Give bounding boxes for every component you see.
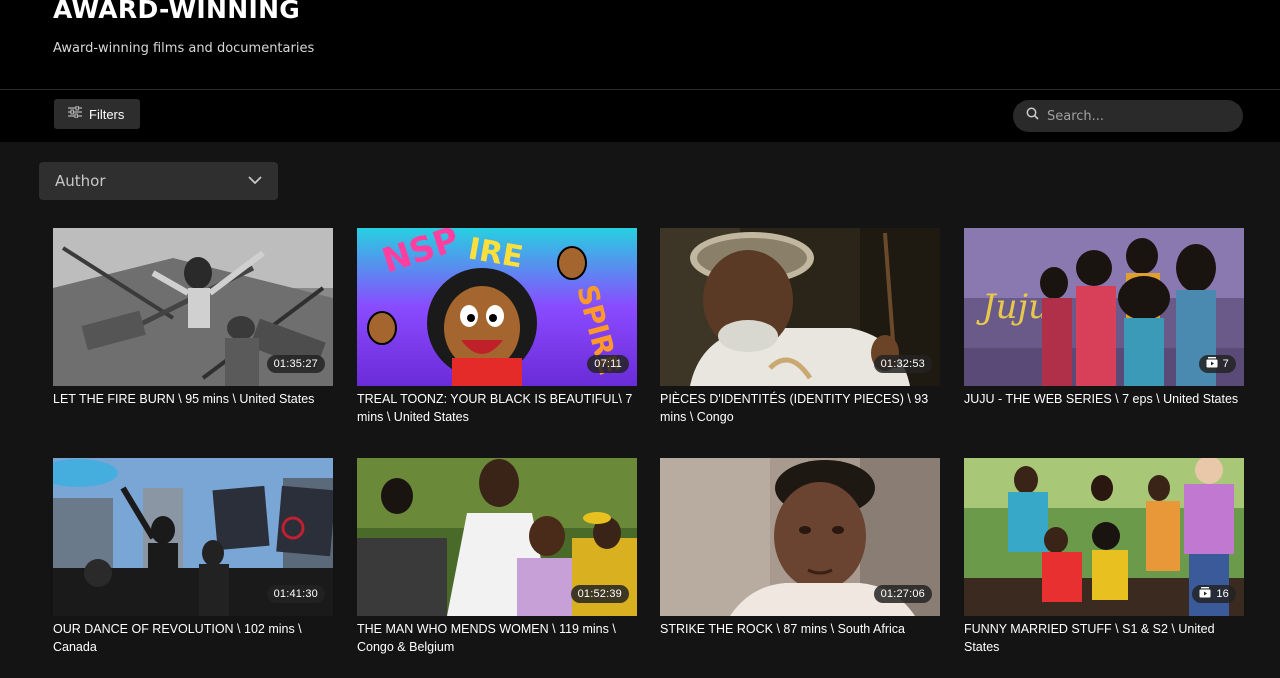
video-card[interactable]: 01:41:30 OUR DANCE OF REVOLUTION \ 102 m…	[53, 458, 333, 656]
author-dropdown-label: Author	[55, 172, 106, 190]
video-thumbnail[interactable]: 01:27:06	[660, 458, 940, 616]
search-box	[1013, 100, 1243, 132]
page-header: AWARD-WINNING Award-winning films and do…	[0, 0, 1280, 89]
episodes-badge: 7	[1198, 355, 1236, 373]
video-caption[interactable]: FUNNY MARRIED STUFF \ S1 & S2 \ United S…	[964, 620, 1244, 656]
video-thumbnail[interactable]: 01:35:27	[53, 228, 333, 386]
video-thumbnail[interactable]: 01:32:53	[660, 228, 940, 386]
duration-text: 01:52:39	[577, 588, 622, 600]
episodes-count: 16	[1216, 588, 1229, 600]
video-card[interactable]: 01:27:06 STRIKE THE ROCK \ 87 mins \ Sou…	[660, 458, 940, 638]
filters-label: Filters	[89, 106, 125, 122]
duration-text: 07:11	[594, 358, 622, 370]
chevron-down-icon	[247, 172, 263, 190]
duration-text: 01:32:53	[880, 358, 925, 370]
page-subtitle: Award-winning films and documentaries	[53, 41, 315, 56]
search-input[interactable]	[1047, 108, 1217, 124]
video-thumbnail[interactable]: Juju 7	[964, 228, 1244, 386]
video-caption[interactable]: THE MAN WHO MENDS WOMEN \ 119 mins \ Con…	[357, 620, 637, 656]
duration-badge: 07:11	[587, 355, 629, 373]
duration-text: 01:41:30	[273, 588, 318, 600]
video-card[interactable]: 01:32:53 PIÈCES D'IDENTITÉS (IDENTITY PI…	[660, 228, 940, 426]
episodes-stack-icon	[1199, 587, 1211, 601]
duration-badge: 01:41:30	[266, 585, 325, 603]
video-card[interactable]: 01:35:27 LET THE FIRE BURN \ 95 mins \ U…	[53, 228, 333, 408]
duration-badge: 01:52:39	[570, 585, 629, 603]
video-caption[interactable]: JUJU - THE WEB SERIES \ 7 eps \ United S…	[964, 390, 1244, 408]
duration-text: 01:35:27	[273, 358, 318, 370]
video-caption[interactable]: OUR DANCE OF REVOLUTION \ 102 mins \ Can…	[53, 620, 333, 656]
duration-badge: 01:35:27	[266, 355, 325, 373]
duration-badge: 01:27:06	[873, 585, 932, 603]
episodes-count: 7	[1222, 358, 1229, 370]
filters-button[interactable]: Filters	[54, 99, 140, 129]
video-card[interactable]: 01:52:39 THE MAN WHO MENDS WOMEN \ 119 m…	[357, 458, 637, 656]
page-title: AWARD-WINNING	[53, 0, 301, 24]
video-thumbnail[interactable]: 01:41:30	[53, 458, 333, 616]
author-dropdown[interactable]: Author	[39, 162, 278, 200]
sliders-icon	[68, 105, 82, 123]
svg-text:Juju: Juju	[976, 287, 1050, 327]
video-caption[interactable]: PIÈCES D'IDENTITÉS (IDENTITY PIECES) \ 9…	[660, 390, 940, 426]
duration-badge: 01:32:53	[873, 355, 932, 373]
video-thumbnail[interactable]: 16	[964, 458, 1244, 616]
toolbar: Filters	[0, 90, 1280, 142]
video-card[interactable]: Juju 7 JUJU - THE WEB SERIES \ 7 eps \ U…	[964, 228, 1244, 408]
video-thumbnail[interactable]: 01:52:39	[357, 458, 637, 616]
duration-text: 01:27:06	[880, 588, 925, 600]
episodes-badge: 16	[1192, 585, 1236, 603]
episodes-stack-icon	[1206, 357, 1218, 371]
video-caption[interactable]: TREAL TOONZ: YOUR BLACK IS BEAUTIFUL\ 7 …	[357, 390, 637, 426]
video-thumbnail[interactable]: NSP IRE SPIRE 07:11	[357, 228, 637, 386]
video-caption[interactable]: LET THE FIRE BURN \ 95 mins \ United Sta…	[53, 390, 333, 408]
video-card[interactable]: 16 FUNNY MARRIED STUFF \ S1 & S2 \ Unite…	[964, 458, 1244, 656]
video-card[interactable]: NSP IRE SPIRE 07:11 TREAL TOONZ: YOUR BL…	[357, 228, 637, 426]
search-icon	[1026, 107, 1039, 125]
video-caption[interactable]: STRIKE THE ROCK \ 87 mins \ South Africa	[660, 620, 940, 638]
